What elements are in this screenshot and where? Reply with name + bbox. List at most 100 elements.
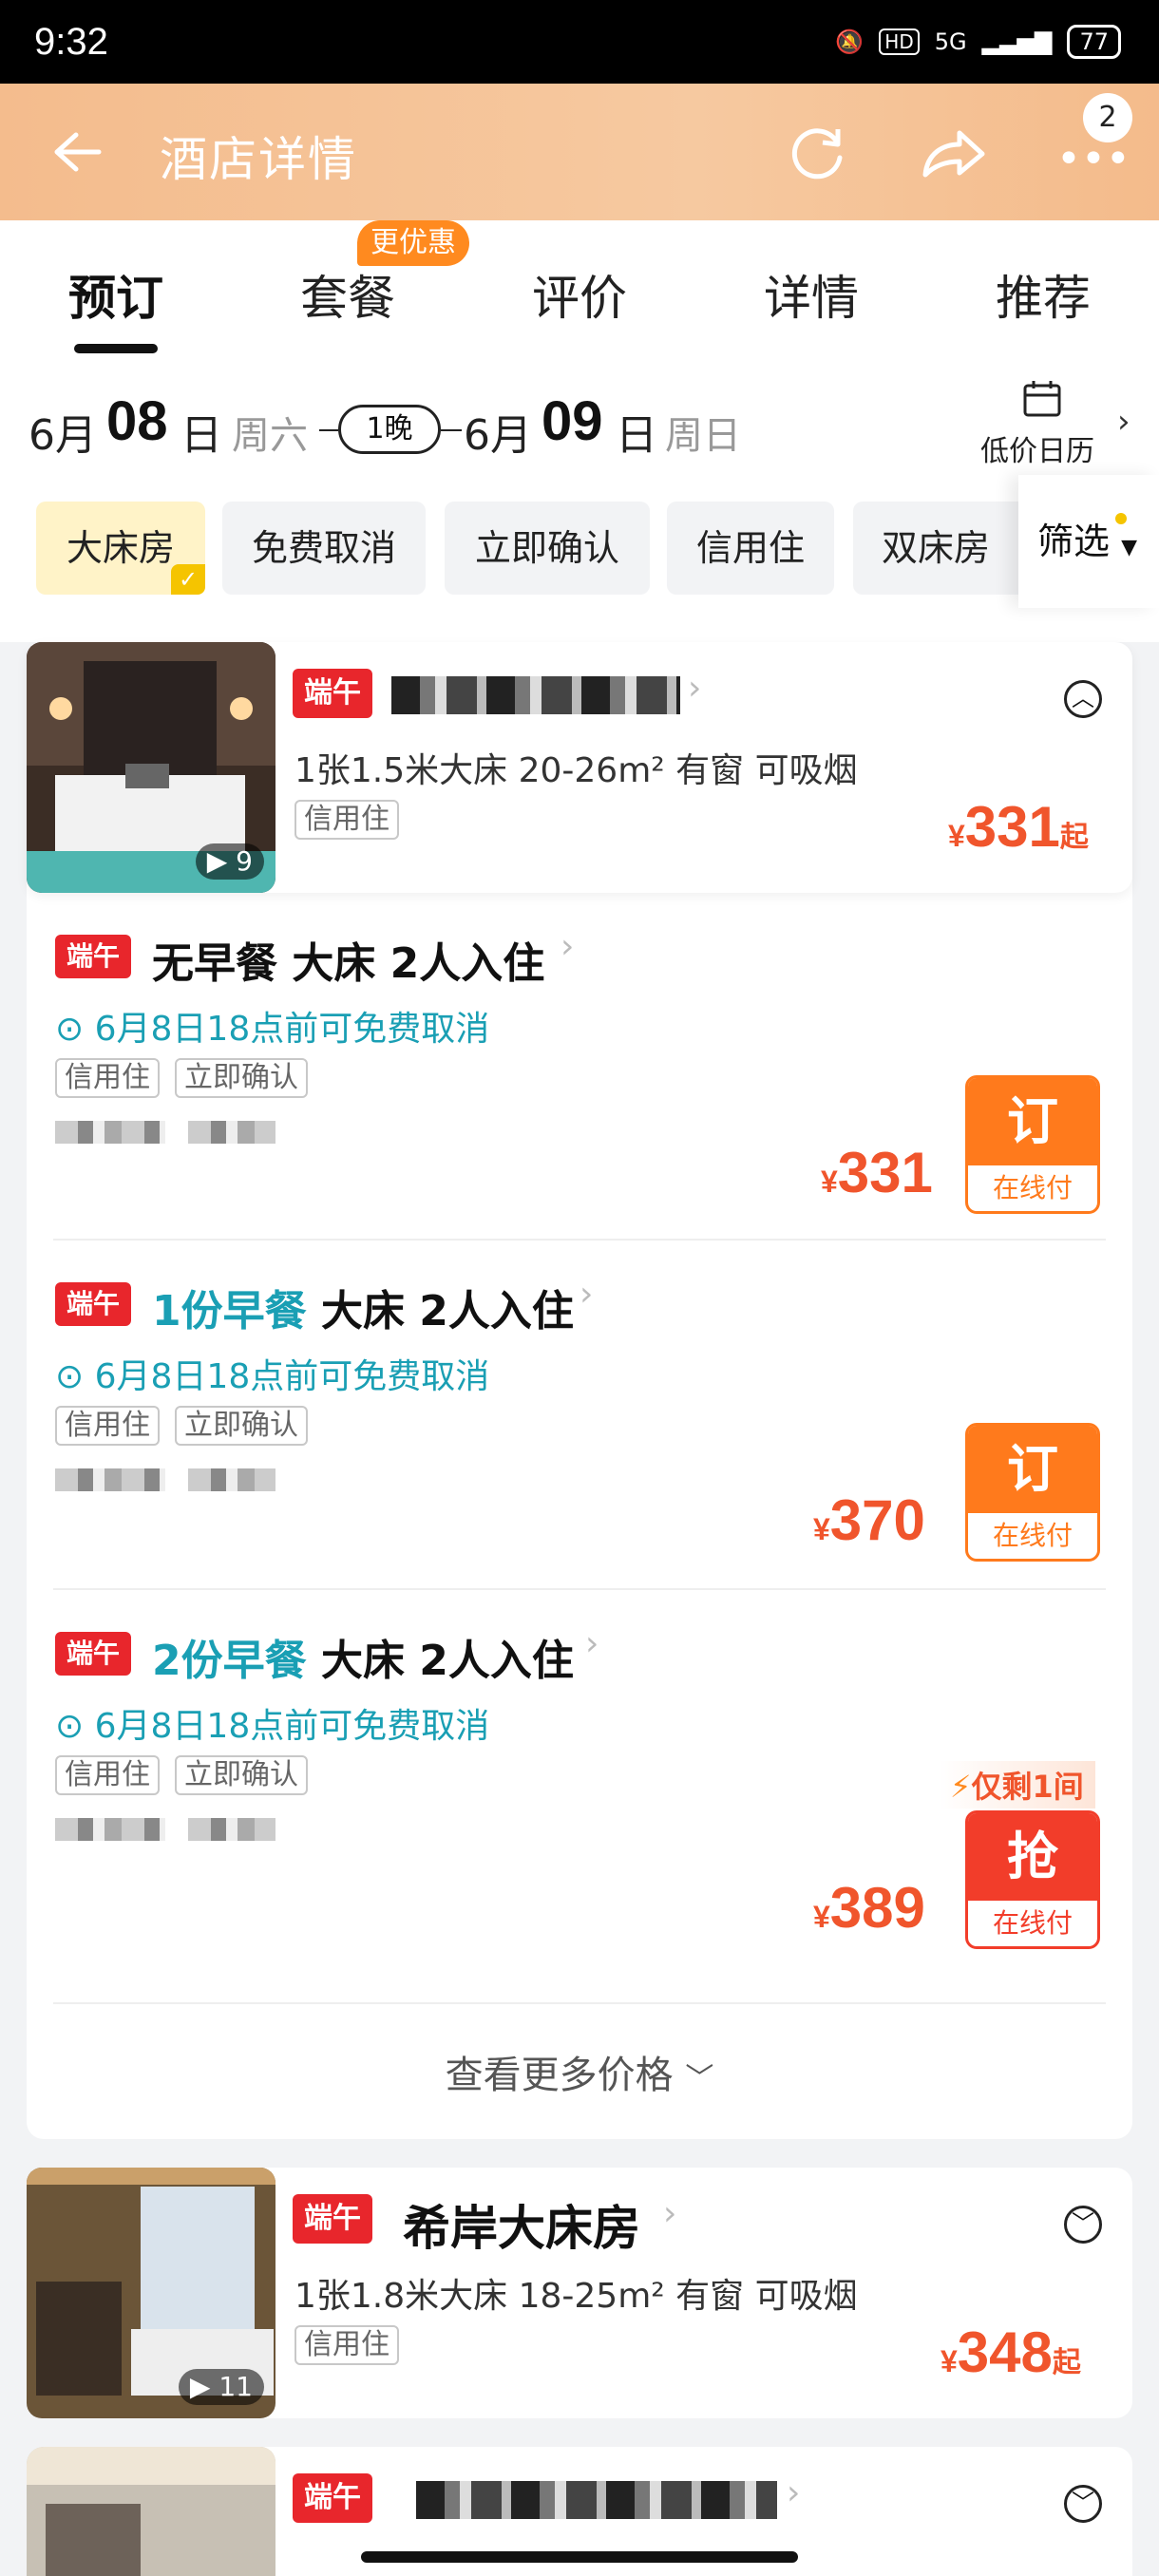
low-price-calendar-label[interactable]: 低价日历 — [980, 427, 1094, 469]
check-circle-icon: ⊙ — [55, 1707, 85, 1746]
checkout-day: 09 — [542, 390, 603, 452]
festival-tag: 端午 — [55, 1282, 132, 1326]
instant-confirm-badge: 立即确认 — [175, 1058, 308, 1098]
room-photo[interactable]: ▶ 11 — [27, 2168, 276, 2418]
refresh-icon[interactable] — [787, 122, 849, 184]
share-icon[interactable] — [920, 127, 988, 180]
filter-label: 筛选 — [1037, 521, 1111, 562]
promo-badge: 更优惠 — [357, 220, 469, 266]
check-circle-icon: ⊙ — [55, 1357, 85, 1396]
tab-reviews[interactable]: 评价 — [532, 260, 627, 329]
room-price: ¥348起 — [940, 2320, 1081, 2384]
chevron-right-icon: › — [787, 2473, 801, 2512]
room-photo-illustration — [27, 2447, 276, 2576]
tab-recommend[interactable]: 推荐 — [996, 260, 1091, 329]
mute-icon: 🔕 — [835, 28, 864, 55]
collapse-icon[interactable]: ︿ — [1064, 680, 1102, 718]
filter-chip-king[interactable]: 大床房 ✓ — [36, 502, 205, 595]
tab-booking[interactable]: 预订 — [68, 260, 163, 329]
tab-package[interactable]: 套餐 — [300, 260, 395, 329]
filter-chip-credit[interactable]: 信用住 — [667, 502, 834, 595]
tab-details[interactable]: 详情 — [764, 260, 859, 329]
credit-badge: 信用住 — [294, 800, 399, 840]
plan-price: ¥331 — [821, 1141, 933, 1204]
room-header[interactable]: ▶ 9 端午 › ︿ 1张1.5米大床 20-26m² 有窗 可吸烟 信用住 ¥… — [27, 642, 1132, 893]
credit-badge: 信用住 — [55, 1058, 160, 1098]
chevron-right-icon: › — [663, 2194, 677, 2233]
book-button[interactable]: 订在线付 — [965, 1075, 1100, 1214]
room-spec: 1张1.8米大床 18-25m² 有窗 可吸烟 — [294, 2277, 858, 2316]
plan-title: 2份早餐 大床 2人入住 — [152, 1637, 574, 1685]
home-indicator[interactable] — [361, 2551, 798, 2563]
date-line-left — [319, 429, 338, 431]
room-card-1: ▶ 9 端午 › ︿ 1张1.5米大床 20-26m² 有窗 可吸烟 信用住 ¥… — [27, 642, 1132, 2139]
back-arrow-icon[interactable] — [49, 129, 103, 175]
filter-chip-free-cancel[interactable]: 免费取消 — [222, 502, 426, 595]
filter-button[interactable]: 筛选 ▼ — [1018, 475, 1159, 608]
checkin-day: 08 — [106, 390, 168, 452]
grab-button[interactable]: 抢在线付 — [965, 1810, 1100, 1949]
photo-count: ▶ 9 — [195, 843, 264, 880]
rate-plan-2[interactable]: 端午 1份早餐 大床 2人入住 › ⊙ 6月8日18点前可免费取消 信用住 立即… — [27, 1241, 1132, 1590]
redacted-info — [188, 1468, 276, 1491]
expand-icon[interactable]: ﹀ — [1064, 2206, 1102, 2244]
filter-chip-instant[interactable]: 立即确认 — [445, 502, 650, 595]
festival-tag: 端午 — [55, 935, 132, 978]
plan-title: 无早餐 大床 2人入住 — [152, 939, 545, 988]
plan-title: 1份早餐 大床 2人入住 — [152, 1287, 574, 1335]
message-badge: 2 — [1083, 93, 1132, 142]
more-prices-button[interactable]: 查看更多价格 ﹀ — [27, 2044, 1132, 2099]
room-photo[interactable]: ▶ 9 — [27, 642, 276, 893]
signal-icon: ▂▃▅▇ — [981, 28, 1053, 55]
date-line-right — [441, 429, 462, 431]
more-icon[interactable]: ••• — [1056, 135, 1130, 183]
room-price: ¥331起 — [948, 795, 1089, 859]
room-name: 希岸大床房 — [403, 2201, 640, 2256]
redacted-info — [188, 1818, 276, 1841]
battery-icon: 77 — [1067, 25, 1121, 59]
room-name-redacted — [416, 2481, 777, 2519]
network-label: 5G — [934, 28, 967, 55]
room-spec: 1张1.5米大床 20-26m² 有窗 可吸烟 — [294, 751, 858, 790]
book-button[interactable]: 订在线付 — [965, 1423, 1100, 1562]
free-cancel-text: ⊙ 6月8日18点前可免费取消 — [55, 1707, 490, 1746]
date-selector[interactable]: 6月 08 日 周六 1晚 6月 09 日 周日 低价日历 › — [0, 355, 1159, 475]
rate-plan-3[interactable]: 端午 2份早餐 大床 2人入住 › ⊙ 6月8日18点前可免费取消 信用住 立即… — [27, 1590, 1132, 2002]
redacted-info — [188, 1121, 276, 1144]
chevron-right-icon: › — [580, 1275, 594, 1314]
active-tab-indicator — [74, 344, 158, 353]
check-icon: ✓ — [171, 564, 205, 595]
checkout-month: 6月 — [464, 411, 532, 460]
plan-price: ¥389 — [813, 1876, 925, 1940]
scarcity-hint: ⚡仅剩1间 — [939, 1761, 1095, 1809]
filter-chip-label: 大床房 — [66, 527, 175, 569]
redacted-info — [55, 1121, 165, 1144]
expand-icon[interactable]: ﹀ — [1064, 2485, 1102, 2523]
room-photo[interactable] — [27, 2447, 276, 2576]
redacted-info — [55, 1468, 165, 1491]
calendar-icon[interactable] — [1022, 380, 1062, 418]
checkin-weekday: 周六 — [232, 414, 308, 458]
photo-count: ▶ 11 — [178, 2369, 264, 2405]
festival-tag: 端午 — [293, 669, 372, 718]
room-card-2[interactable]: ▶ 11 端午 希岸大床房 › ﹀ 1张1.8米大床 18-25m² 有窗 可吸… — [27, 2168, 1132, 2418]
divider — [53, 2002, 1106, 2004]
status-icons: 🔕 HD 5G ▂▃▅▇ 77 — [835, 25, 1121, 59]
redacted-info — [55, 1818, 165, 1841]
filter-bar: 大床房 ✓ 免费取消 立即确认 信用住 双床房 筛选 ▼ — [0, 475, 1159, 642]
caret-down-icon: ▼ — [1121, 536, 1138, 559]
page-title: 酒店详情 — [160, 132, 357, 187]
nights-count: 1晚 — [338, 405, 441, 454]
chevron-down-icon: ﹀ — [685, 2062, 714, 2095]
festival-tag: 端午 — [55, 1632, 132, 1676]
chevron-right-icon: › — [560, 927, 575, 966]
chevron-right-icon: › — [585, 1624, 599, 1663]
credit-badge: 信用住 — [55, 1406, 160, 1446]
chevron-right-icon: › — [688, 669, 702, 708]
rate-plan-1[interactable]: 端午 无早餐 大床 2人入住 › ⊙ 6月8日18点前可免费取消 信用住 立即确… — [27, 893, 1132, 1241]
status-bar: 9:32 🔕 HD 5G ▂▃▅▇ 77 — [0, 0, 1159, 84]
festival-tag: 端午 — [293, 2194, 372, 2244]
filter-chip-twin[interactable]: 双床房 — [853, 502, 1043, 595]
check-circle-icon: ⊙ — [55, 1010, 85, 1049]
app-bar: 酒店详情 ••• 2 — [0, 84, 1159, 220]
